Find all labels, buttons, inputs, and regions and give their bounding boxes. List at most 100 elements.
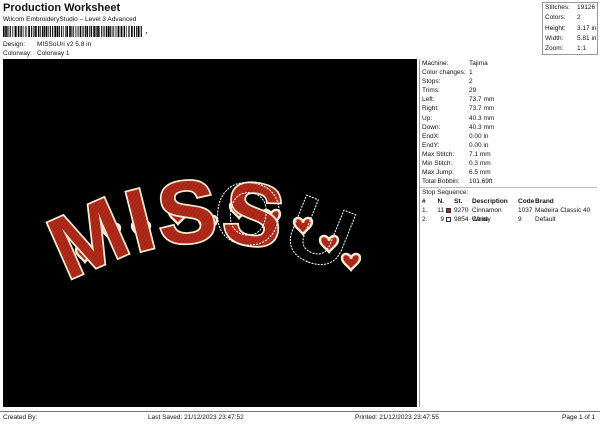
page-number: Page 1 of 1 [562, 414, 596, 421]
stop-sequence-rows: 1. 11 9270 Cinnamon Candy 1037 Madeira Classi… [420, 206, 597, 224]
info-value: 0.00 in [469, 132, 489, 140]
info-label: Left: [422, 96, 435, 104]
barcode-bar [116, 26, 118, 37]
barcode-bar [9, 26, 11, 37]
stat-label: Colors: [545, 14, 566, 22]
stop-description: Cinnamon Candy [472, 207, 502, 224]
info-value: 73.7 mm [469, 96, 495, 104]
barcode-bar [69, 26, 71, 37]
info-label: EndX: [422, 132, 440, 140]
barcode-bar [28, 26, 30, 37]
barcode-bar [66, 26, 68, 37]
barcode-bar [82, 26, 84, 37]
barcode-bar [63, 26, 64, 37]
printed-date: Printed: 21/12/2023 23:47:55 [355, 414, 439, 421]
barcode-bar [77, 26, 79, 37]
info-row: Max Stitch: 7.1 mm [420, 150, 597, 159]
info-label: Stops: [422, 78, 441, 86]
stat-row: Height: 3.17 in [543, 24, 597, 34]
barcode-bar [101, 26, 103, 37]
barcode-bar [97, 26, 99, 37]
barcode-bar [58, 26, 60, 37]
barcode-bar [89, 26, 91, 37]
barcode-bar [114, 26, 116, 37]
barcode-bar [126, 26, 127, 37]
barcode-bar [37, 26, 39, 37]
info-label: Max Stitch: [422, 150, 455, 158]
barcode-bar [84, 26, 86, 37]
col-description: Description [472, 198, 508, 206]
stat-value: 1:1 [577, 45, 587, 53]
stat-value: 19126 [577, 4, 596, 11]
barcode-bar [65, 26, 66, 37]
stop-code: 9 [518, 216, 522, 224]
colorway-row: Colorway: Colorway 1 [3, 50, 70, 57]
barcode-bar [41, 26, 44, 37]
info-value: 7.1 mm [469, 150, 491, 158]
stop-stitches: 9270 [454, 207, 469, 215]
design-preview[interactable]: MISS OURI [0, 0, 417, 407]
last-saved: Last Saved: 21/12/2023 23:47:52 [148, 414, 244, 421]
stat-label: Zoom: [545, 45, 564, 53]
barcode-bar [26, 26, 28, 37]
info-label: Up: [422, 114, 433, 122]
stop-sequence-header: # N. St. Description Code Brand [420, 197, 597, 206]
barcode-bar [79, 26, 82, 37]
stop-sequence-row: 1. 11 9270 Cinnamon Candy 1037 Madeira Classi… [420, 206, 597, 224]
col-needle: N. [437, 198, 445, 206]
barcode-bar [15, 26, 17, 37]
info-row: Down: 40.3 mm [420, 123, 597, 132]
barcode-bar [5, 26, 7, 37]
barcode-bar [39, 26, 41, 37]
info-row: Min Stitch: 0.3 mm [420, 159, 597, 168]
barcode-bar [21, 26, 23, 37]
stop-brand: Madeira Classic 40 [535, 207, 591, 215]
info-row: Up: 40.3 mm [420, 114, 597, 123]
barcode-bar [35, 26, 37, 37]
barcode-bar [128, 26, 129, 37]
design-label: Design: [3, 41, 26, 48]
barcode-separator: , [145, 25, 148, 35]
stat-row: Zoom: 1:1 [543, 44, 597, 54]
stop-brand: Default [535, 216, 556, 224]
barcode-bar [12, 26, 13, 37]
barcode-bar [72, 26, 74, 37]
barcode-bar [105, 26, 108, 37]
barcode-bar [49, 26, 51, 37]
barcode-bar [56, 26, 59, 37]
barcode-bar [136, 26, 138, 37]
stop-description: White [472, 216, 489, 224]
page-title: Production Worksheet [3, 2, 121, 14]
barcode-bar [61, 26, 63, 37]
info-value: 40.3 mm [469, 114, 495, 122]
barcode-bar [137, 26, 140, 37]
info-row: Total Bobbin: 101.69ft [420, 177, 597, 186]
barcode-bar [112, 26, 114, 37]
barcode-bar [108, 26, 110, 37]
color-swatch [446, 206, 454, 215]
stat-row: Width: 5.81 in [543, 34, 597, 44]
stop-number: 1. [422, 207, 428, 215]
info-label: Down: [422, 123, 441, 131]
barcode-bar [103, 26, 105, 37]
info-label: Machine: [422, 60, 449, 67]
barcode-bar [76, 26, 78, 37]
worksheet-footer: Created By: Last Saved: 21/12/2023 23:47… [0, 411, 600, 424]
barcode-bar [122, 26, 124, 37]
barcode-bar [31, 26, 33, 37]
stop-needle: 9 [440, 216, 444, 224]
barcode-bar [93, 26, 95, 37]
stop-sequence-title: Stop Sequence: [420, 187, 597, 197]
info-label: Trims: [422, 87, 440, 95]
stop-code: 1037 [518, 207, 533, 215]
design-preview-canvas: MISS OURI [0, 0, 368, 300]
info-value: 0.3 mm [469, 160, 491, 168]
barcode-bar [48, 26, 49, 37]
info-row: EndY: 0.00 in [420, 141, 597, 150]
barcode-bar [23, 26, 25, 37]
col-code: Code [518, 198, 535, 206]
barcode-bar [120, 26, 123, 37]
info-row: Max Jump: 6.5 mm [420, 168, 597, 177]
info-row: Stops: 2 [420, 77, 597, 86]
info-label: Color changes: [422, 69, 466, 77]
